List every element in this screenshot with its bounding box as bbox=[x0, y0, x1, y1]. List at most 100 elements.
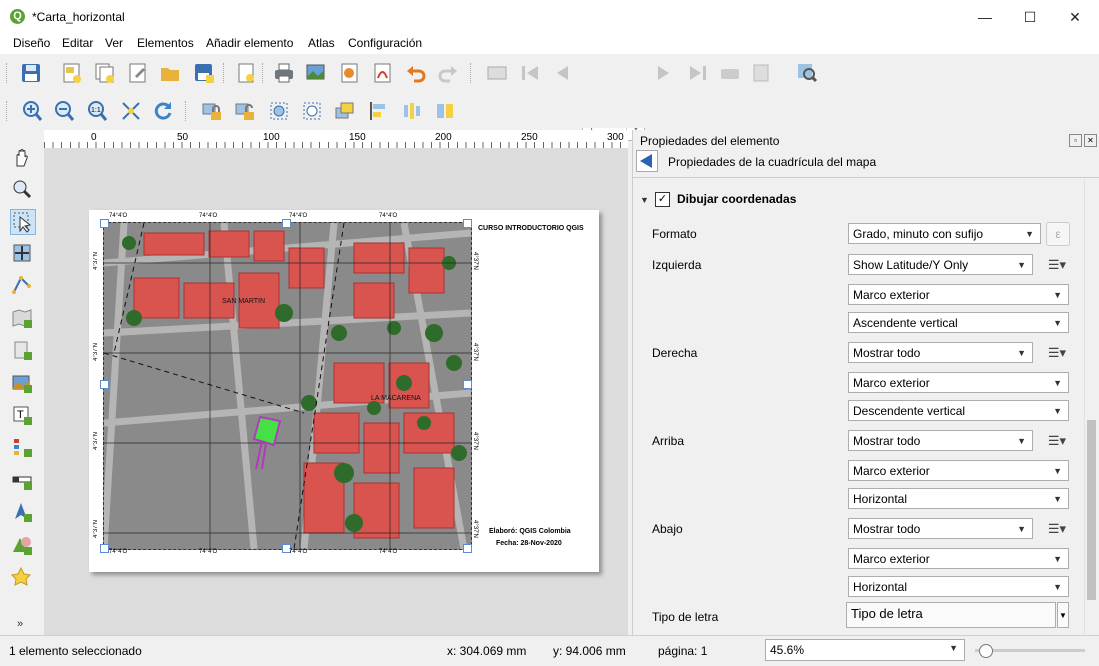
edit-nodes-icon[interactable] bbox=[10, 273, 34, 297]
collapse-icon[interactable]: ▼ bbox=[640, 195, 649, 205]
group-items-icon[interactable] bbox=[267, 99, 291, 123]
menu-ver[interactable]: Ver bbox=[105, 36, 123, 50]
close-panel-icon[interactable]: ✕ bbox=[1084, 134, 1097, 147]
zoom-combo[interactable]: 45.6% ▼ bbox=[765, 639, 965, 661]
new-page-icon[interactable] bbox=[234, 61, 258, 85]
last-feature-icon[interactable] bbox=[686, 61, 710, 85]
float-panel-icon[interactable]: ▫ bbox=[1069, 134, 1082, 147]
export-pdf-icon[interactable] bbox=[371, 61, 395, 85]
add-map-icon[interactable] bbox=[10, 306, 34, 330]
map-title-label[interactable]: CURSO INTRODUCTORIO QGIS bbox=[478, 225, 584, 232]
bottom-position-combo[interactable]: Marco exterior ▼ bbox=[848, 548, 1069, 569]
zoom-tool-icon[interactable] bbox=[10, 177, 34, 201]
scrollbar-thumb[interactable] bbox=[1087, 420, 1096, 600]
new-layout-icon[interactable] bbox=[60, 61, 84, 85]
add-label-icon[interactable]: T bbox=[10, 403, 34, 427]
undo-icon[interactable] bbox=[404, 61, 428, 85]
redo-icon[interactable] bbox=[436, 61, 460, 85]
draw-coordinates-checkbox[interactable]: ✓ bbox=[655, 192, 670, 207]
layout-manager-icon[interactable] bbox=[126, 61, 150, 85]
zoom-actual-icon[interactable]: 1:1 bbox=[85, 99, 109, 123]
zoom-out-icon[interactable] bbox=[52, 99, 76, 123]
add-scalebar-icon[interactable] bbox=[10, 468, 34, 492]
credit-label[interactable]: Elaboró: QGIS Colombia bbox=[489, 528, 571, 535]
ungroup-items-icon[interactable] bbox=[300, 99, 324, 123]
unlock-items-icon[interactable] bbox=[233, 99, 257, 123]
data-defined-override-icon[interactable]: ☰▾ bbox=[1044, 518, 1070, 539]
bottom-direction-combo[interactable]: Horizontal ▼ bbox=[848, 576, 1069, 597]
resize-items-icon[interactable] bbox=[433, 99, 457, 123]
zoom-slider[interactable] bbox=[975, 644, 1085, 658]
add-shape-icon[interactable] bbox=[10, 533, 34, 557]
data-defined-override-icon[interactable]: ☰▾ bbox=[1044, 342, 1070, 363]
top-position-combo[interactable]: Marco exterior ▼ bbox=[848, 460, 1069, 481]
selection-handle[interactable] bbox=[100, 544, 109, 553]
refresh-icon[interactable] bbox=[151, 99, 175, 123]
duplicate-layout-icon[interactable] bbox=[93, 61, 117, 85]
menu-diseno[interactable]: Diseño bbox=[13, 36, 50, 50]
export-image-icon[interactable] bbox=[304, 61, 328, 85]
align-items-icon[interactable] bbox=[366, 99, 390, 123]
menu-atlas[interactable]: Atlas bbox=[308, 36, 335, 50]
previous-feature-icon[interactable] bbox=[550, 61, 574, 85]
data-defined-override-icon[interactable]: ☰▾ bbox=[1044, 254, 1070, 275]
chevron-down-icon[interactable]: ▼ bbox=[1057, 602, 1069, 628]
distribute-items-icon[interactable] bbox=[400, 99, 424, 123]
menu-editar[interactable]: Editar bbox=[62, 36, 93, 50]
add-picture-icon[interactable] bbox=[10, 371, 34, 395]
more-tools-icon[interactable]: » bbox=[17, 618, 23, 630]
atlas-zoom-icon[interactable] bbox=[795, 61, 819, 85]
zoom-in-icon[interactable] bbox=[20, 99, 44, 123]
save-template-icon[interactable] bbox=[192, 61, 216, 85]
top-display-combo[interactable]: Mostrar todo ▼ bbox=[848, 430, 1033, 451]
menu-elementos[interactable]: Elementos bbox=[137, 36, 194, 50]
raise-items-icon[interactable] bbox=[333, 99, 357, 123]
maximize-button[interactable]: ☐ bbox=[1007, 0, 1053, 34]
zoom-full-icon[interactable] bbox=[119, 99, 143, 123]
right-position-combo[interactable]: Marco exterior ▼ bbox=[848, 372, 1069, 393]
data-defined-override-icon[interactable]: ☰▾ bbox=[1044, 430, 1070, 451]
selection-handle[interactable] bbox=[100, 219, 109, 228]
menu-configuracion[interactable]: Configuración bbox=[348, 36, 422, 50]
zoom-slider-handle[interactable] bbox=[979, 644, 993, 658]
left-display-combo[interactable]: Show Latitude/Y Only ▼ bbox=[848, 254, 1033, 275]
layout-page[interactable]: SAN MARTIN LA MACARENA 74°4'O 74°4'O 74°… bbox=[89, 210, 599, 572]
add-legend-icon[interactable] bbox=[10, 435, 34, 459]
move-content-icon[interactable] bbox=[10, 241, 34, 265]
save-icon[interactable] bbox=[19, 61, 43, 85]
expression-icon[interactable]: ε bbox=[1046, 222, 1070, 246]
layout-canvas[interactable]: SAN MARTIN LA MACARENA 74°4'O 74°4'O 74°… bbox=[44, 148, 628, 635]
export-svg-icon[interactable] bbox=[338, 61, 362, 85]
map-item[interactable]: SAN MARTIN LA MACARENA bbox=[103, 222, 472, 550]
minimize-button[interactable]: — bbox=[962, 0, 1008, 34]
pan-hand-icon[interactable] bbox=[10, 145, 34, 169]
format-combo[interactable]: Grado, minuto con sufijo ▼ bbox=[848, 223, 1041, 244]
selection-handle[interactable] bbox=[463, 544, 472, 553]
first-feature-icon[interactable] bbox=[518, 61, 542, 85]
print-icon[interactable] bbox=[272, 61, 296, 85]
add-marker-icon[interactable] bbox=[10, 565, 34, 589]
selection-handle[interactable] bbox=[100, 380, 109, 389]
top-direction-combo[interactable]: Horizontal ▼ bbox=[848, 488, 1069, 509]
selection-handle[interactable] bbox=[463, 380, 472, 389]
bottom-display-combo[interactable]: Mostrar todo ▼ bbox=[848, 518, 1033, 539]
select-move-icon[interactable] bbox=[10, 209, 36, 235]
print-atlas-icon[interactable] bbox=[718, 61, 742, 85]
back-button[interactable] bbox=[636, 150, 658, 172]
add-3d-map-icon[interactable] bbox=[10, 338, 34, 362]
selection-handle[interactable] bbox=[282, 219, 291, 228]
date-label[interactable]: Fecha: 28-Nov-2020 bbox=[496, 540, 562, 547]
menu-anadir-elemento[interactable]: Añadir elemento bbox=[206, 36, 293, 50]
selection-handle[interactable] bbox=[463, 219, 472, 228]
left-direction-combo[interactable]: Ascendente vertical ▼ bbox=[848, 312, 1069, 333]
export-atlas-icon[interactable] bbox=[750, 61, 774, 85]
atlas-settings-icon[interactable] bbox=[485, 61, 509, 85]
left-position-combo[interactable]: Marco exterior ▼ bbox=[848, 284, 1069, 305]
lock-items-icon[interactable] bbox=[200, 99, 224, 123]
open-template-icon[interactable] bbox=[158, 61, 182, 85]
add-north-arrow-icon[interactable] bbox=[10, 500, 34, 524]
right-direction-combo[interactable]: Descendente vertical ▼ bbox=[848, 400, 1069, 421]
font-button[interactable]: Tipo de letra bbox=[846, 602, 1056, 628]
panel-scrollbar[interactable] bbox=[1084, 180, 1098, 635]
right-display-combo[interactable]: Mostrar todo ▼ bbox=[848, 342, 1033, 363]
